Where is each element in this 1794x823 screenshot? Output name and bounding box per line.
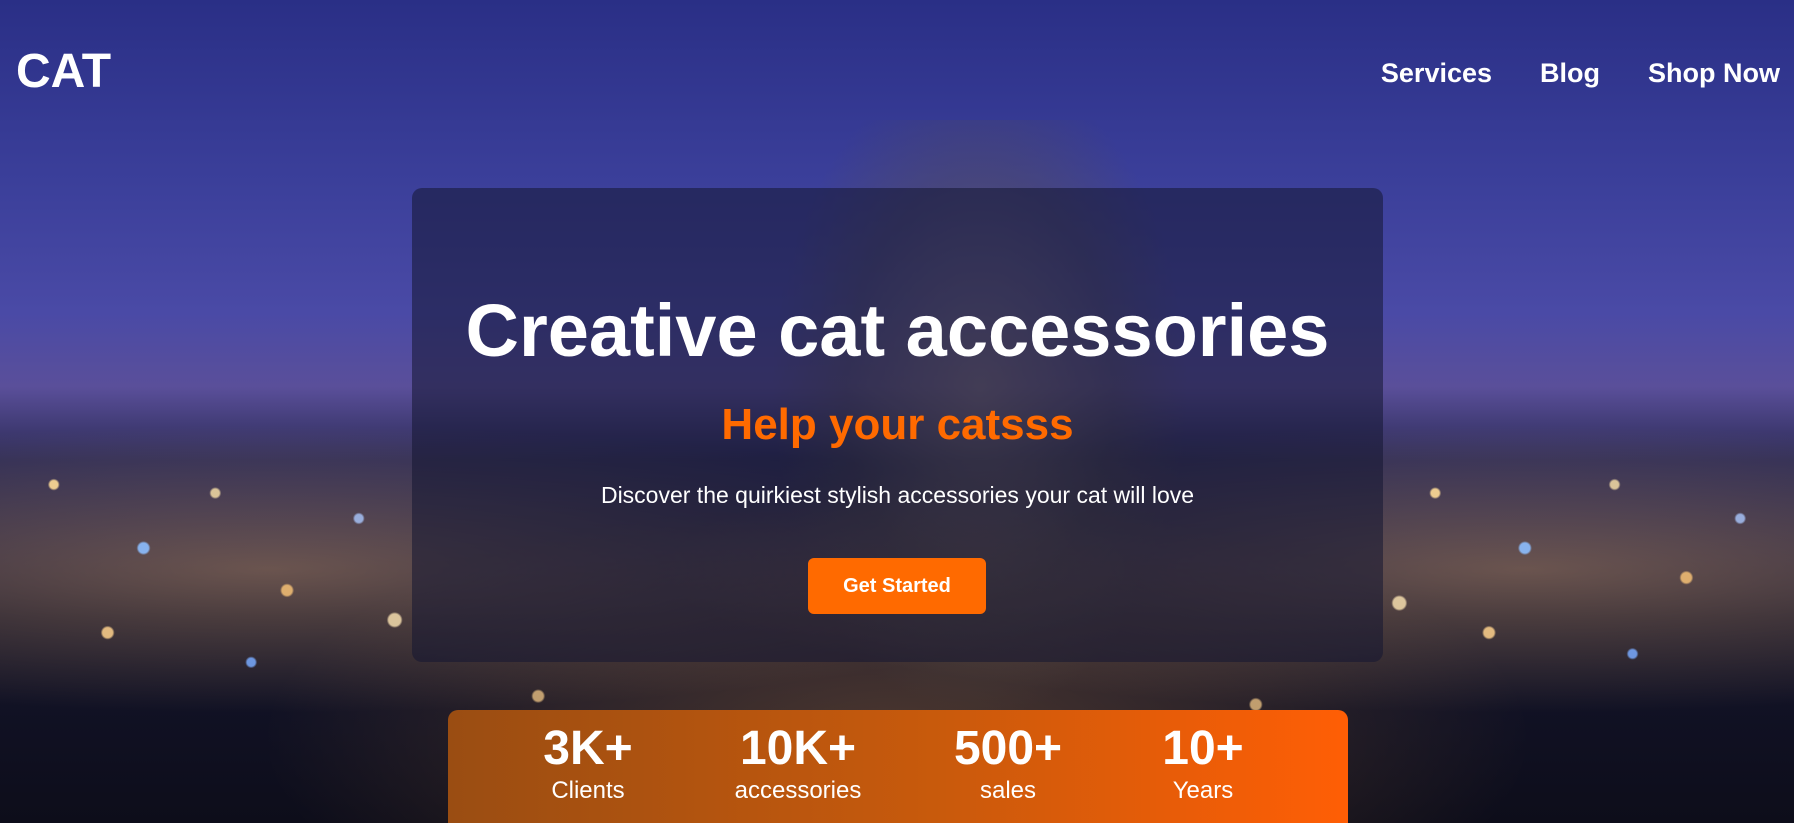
stat-value: 10K+ xyxy=(739,722,857,775)
stat-years: 10+ Years xyxy=(1148,722,1258,806)
main-nav: Services Blog Shop Now xyxy=(1381,58,1780,89)
nav-link-services[interactable]: Services xyxy=(1381,58,1492,89)
hero-subtitle: Help your catsss xyxy=(721,400,1074,449)
stat-sales: 500+ sales xyxy=(948,722,1068,806)
hero-title: Creative cat accessories xyxy=(465,289,1330,372)
stats-bar: 3K+ Clients 10K+ accessories 500+ sales … xyxy=(448,710,1348,823)
stat-accessories: 10K+ accessories xyxy=(718,722,878,806)
site-logo[interactable]: CAT xyxy=(16,44,111,99)
hero-card: Creative cat accessories Help your catss… xyxy=(412,188,1383,662)
stat-label: sales xyxy=(979,777,1037,804)
nav-link-shop-now[interactable]: Shop Now xyxy=(1648,58,1780,89)
stat-value: 10+ xyxy=(1162,722,1244,775)
hero-description: Discover the quirkiest stylish accessori… xyxy=(600,482,1195,508)
get-started-button[interactable]: Get Started xyxy=(808,558,986,614)
stat-label: Clients xyxy=(551,777,625,804)
stat-label: accessories xyxy=(734,777,862,804)
stat-value: 3K+ xyxy=(543,722,633,775)
hero-section: CAT Services Blog Shop Now Creative cat … xyxy=(0,0,1794,823)
stat-value: 500+ xyxy=(953,722,1063,775)
stat-label: Years xyxy=(1172,777,1234,804)
nav-link-blog[interactable]: Blog xyxy=(1540,58,1600,89)
stat-clients: 3K+ Clients xyxy=(528,722,648,806)
